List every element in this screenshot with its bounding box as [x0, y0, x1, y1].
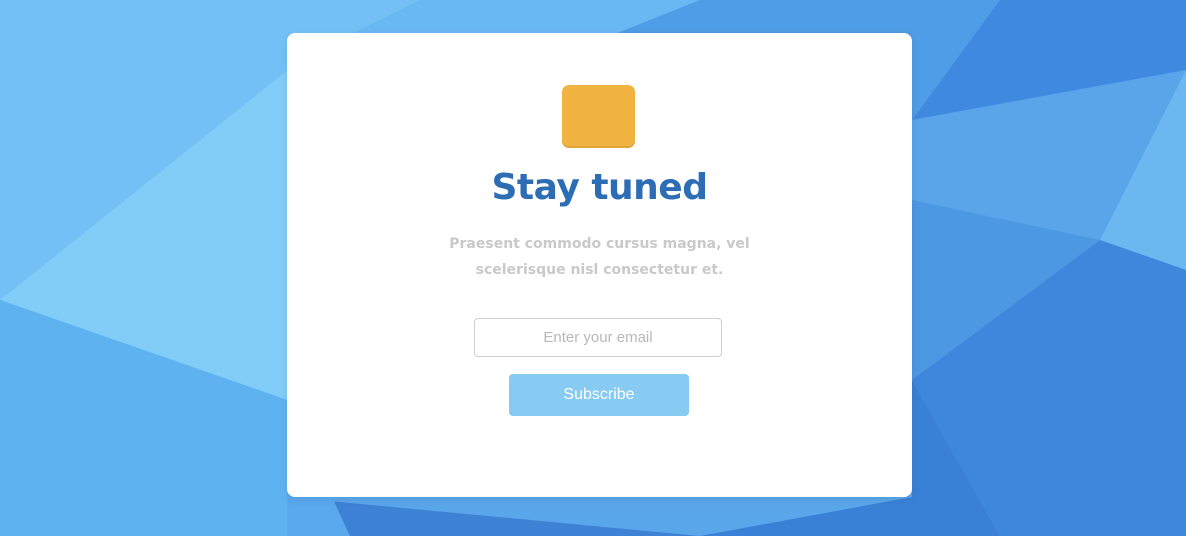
card-subtitle: Praesent commodo cursus magna, vel scele… [449, 236, 750, 278]
email-field[interactable] [474, 318, 722, 357]
subscribe-card: Stay tuned Praesent commodo cursus magna… [287, 33, 912, 497]
card-title: Stay tuned [491, 167, 708, 208]
envelope-icon [562, 85, 635, 148]
subscribe-button[interactable]: Subscribe [509, 374, 689, 416]
